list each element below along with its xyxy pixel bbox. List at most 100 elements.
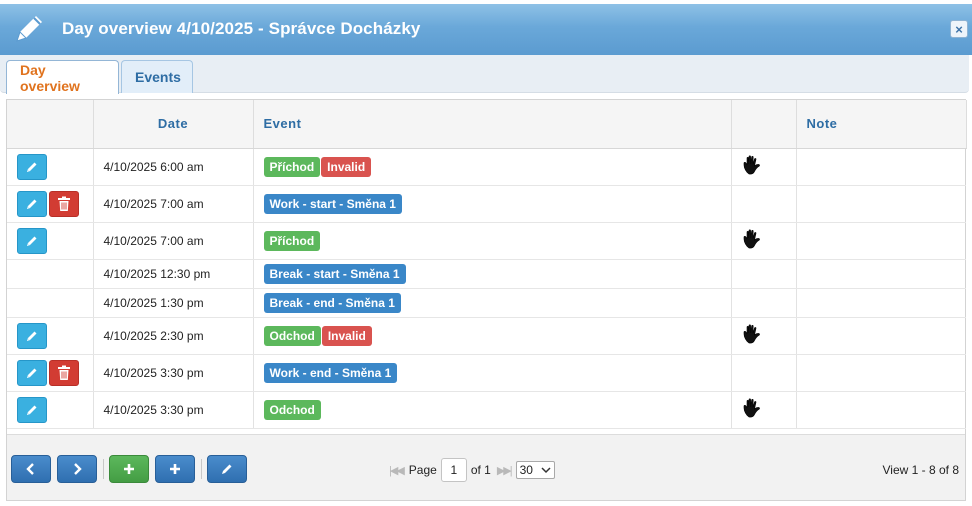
- tab-bar: Day overview Events: [0, 55, 969, 94]
- row-event-cell: Work - start - Směna 1: [253, 185, 732, 223]
- pencil-icon: [27, 236, 37, 246]
- next-button[interactable]: [57, 455, 97, 483]
- row-manual-cell: [731, 354, 797, 392]
- row-manual-cell: [731, 185, 797, 223]
- column-header-manual: [731, 100, 797, 149]
- row-note-cell: [796, 148, 966, 186]
- row-note-cell: [796, 259, 966, 289]
- edit-row-button[interactable]: [17, 227, 47, 254]
- page-input[interactable]: 1: [440, 458, 467, 482]
- pagination: |◀◀ Page 1 of 1 ▶▶| 30: [389, 457, 555, 483]
- event-badge: Invalid: [321, 156, 372, 177]
- table-row[interactable]: 4/10/2025 6:00 am Příchod Invalid: [7, 148, 966, 186]
- column-header-event[interactable]: Event: [253, 100, 732, 149]
- event-badge: Work - start - Směna 1: [263, 193, 402, 214]
- row-actions-cell: [7, 317, 94, 355]
- row-event-cell: Odchod: [253, 391, 732, 429]
- table-row[interactable]: 4/10/2025 2:30 pm Odchod Invalid: [7, 317, 966, 355]
- plus-icon: [124, 464, 134, 474]
- row-date-cell: 4/10/2025 6:00 am: [93, 148, 254, 186]
- event-badge: Příchod: [263, 156, 321, 177]
- edit-row-button[interactable]: [17, 190, 47, 217]
- row-event-cell: Odchod Invalid: [253, 317, 732, 355]
- delete-row-button[interactable]: [49, 190, 79, 217]
- divider: [103, 459, 104, 479]
- table-row[interactable]: 4/10/2025 3:30 pm Work - end - Směna 1: [7, 354, 966, 392]
- pencil-icon: [16, 16, 42, 42]
- event-badge: Odchod: [263, 399, 321, 420]
- trash-icon: [58, 196, 70, 211]
- hand-icon: [743, 324, 760, 344]
- page-size-value: 30: [519, 463, 533, 477]
- table-row[interactable]: 4/10/2025 12:30 pm Break - start - Směna …: [7, 259, 966, 289]
- chevron-down-icon: [541, 467, 551, 474]
- row-event-cell: Work - end - Směna 1: [253, 354, 732, 392]
- edit-row-button[interactable]: [17, 359, 47, 386]
- last-page-icon[interactable]: ▶▶|: [497, 464, 513, 477]
- table-row[interactable]: 4/10/2025 7:00 am Work - start - Směna 1: [7, 185, 966, 223]
- row-actions-cell: [7, 354, 94, 392]
- row-date-cell: 4/10/2025 7:00 am: [93, 222, 254, 260]
- row-date-cell: 4/10/2025 1:30 pm: [93, 288, 254, 318]
- pencil-icon: [27, 162, 37, 172]
- row-actions-cell: [7, 222, 94, 260]
- tab-events[interactable]: Events: [121, 60, 193, 93]
- add-blue-button[interactable]: [155, 455, 195, 483]
- edit-row-button[interactable]: [17, 396, 47, 423]
- row-note-cell: [796, 317, 966, 355]
- column-header-actions: [7, 100, 94, 149]
- edit-row-button[interactable]: [17, 322, 47, 349]
- event-badge: Příchod: [263, 230, 321, 251]
- row-actions-cell: [7, 391, 94, 429]
- close-button[interactable]: ×: [950, 20, 968, 38]
- row-manual-cell: [731, 222, 797, 260]
- row-actions-cell: [7, 259, 94, 289]
- column-header-date[interactable]: Date: [93, 100, 254, 149]
- row-event-cell: Příchod: [253, 222, 732, 260]
- row-note-cell: [796, 222, 966, 260]
- chevron-left-icon: [26, 463, 34, 475]
- row-date-cell: 4/10/2025 3:30 pm: [93, 354, 254, 392]
- chevron-right-icon: [74, 463, 82, 475]
- row-manual-cell: [731, 317, 797, 355]
- edit-row-button[interactable]: [17, 153, 47, 180]
- delete-row-button[interactable]: [49, 359, 79, 386]
- page-of-label: of 1: [470, 463, 491, 477]
- page-size-select[interactable]: 30: [515, 461, 555, 479]
- first-page-icon[interactable]: |◀◀: [389, 464, 405, 477]
- event-badge: Break - start - Směna 1: [263, 263, 406, 284]
- table-row[interactable]: 4/10/2025 3:30 pm Odchod: [7, 391, 966, 429]
- event-badge: Work - end - Směna 1: [263, 362, 398, 383]
- pencil-icon: [222, 464, 232, 474]
- table-row[interactable]: 4/10/2025 1:30 pm Break - end - Směna 1: [7, 288, 966, 318]
- page-label: Page: [408, 463, 437, 477]
- pencil-icon: [27, 199, 37, 209]
- pencil-icon: [27, 368, 37, 378]
- edit-toolbar-button[interactable]: [207, 455, 247, 483]
- row-manual-cell: [731, 391, 797, 429]
- row-actions-cell: [7, 288, 94, 318]
- dialog-title: Day overview 4/10/2025 - Správce Docházk…: [62, 19, 421, 38]
- table-row[interactable]: 4/10/2025 7:00 am Příchod: [7, 222, 966, 260]
- events-grid: Date Event Note 4/10/2025 6:00 am Příchod…: [6, 99, 967, 501]
- add-green-button[interactable]: [109, 455, 149, 483]
- column-header-note[interactable]: Note: [796, 100, 967, 149]
- dialog-titlebar[interactable]: Day overview 4/10/2025 - Správce Docházk…: [0, 4, 972, 55]
- previous-button[interactable]: [11, 455, 51, 483]
- hand-icon: [743, 229, 760, 249]
- plus-icon: [170, 464, 180, 474]
- events-table: Date Event Note 4/10/2025 6:00 am Příchod…: [7, 100, 967, 429]
- row-note-cell: [796, 354, 966, 392]
- event-badge: Break - end - Směna 1: [263, 292, 401, 313]
- table-header-row: Date Event Note: [7, 100, 967, 149]
- pencil-icon: [27, 405, 37, 415]
- row-actions-cell: [7, 148, 94, 186]
- hand-icon: [743, 155, 760, 175]
- tab-day-overview[interactable]: Day overview: [6, 60, 119, 94]
- row-manual-cell: [731, 148, 797, 186]
- row-date-cell: 4/10/2025 2:30 pm: [93, 317, 254, 355]
- pager-bar: |◀◀ Page 1 of 1 ▶▶| 30 View 1 - 8 of 8: [7, 434, 965, 500]
- divider: [201, 459, 202, 479]
- row-event-cell: Příchod Invalid: [253, 148, 732, 186]
- view-info: View 1 - 8 of 8: [882, 463, 960, 477]
